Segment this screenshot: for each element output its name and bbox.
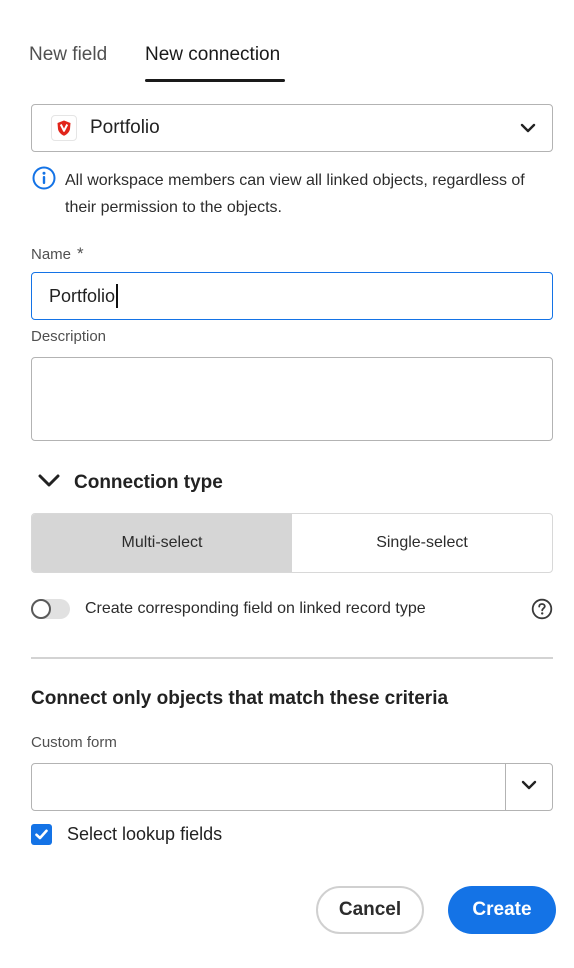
single-select-option[interactable]: Single-select [292,514,552,572]
name-input[interactable]: Portfolio [31,272,553,320]
name-input-value: Portfolio [49,285,116,306]
chevron-down-icon [520,120,536,141]
text-caret [116,284,119,308]
multi-select-option[interactable]: Multi-select [32,514,292,572]
cancel-button[interactable]: Cancel [316,886,424,934]
info-icon [32,166,56,195]
info-text: All workspace members can view all linke… [65,172,525,216]
object-type-value: Portfolio [90,117,160,138]
corresponding-field-label: Create corresponding field on linked rec… [85,600,426,617]
checkmark-icon [35,829,48,840]
chevron-down-icon [38,473,60,494]
custom-form-combobox[interactable] [31,763,553,811]
connection-type-segmented-control: Multi-select Single-select [31,513,553,573]
chevron-down-icon [521,777,537,798]
custom-form-label: Custom form [31,734,117,751]
description-label: Description [31,328,107,345]
criteria-title: Connect only objects that match these cr… [31,688,449,709]
name-label: Name * [31,244,84,264]
connection-type-title: Connection type [74,472,223,493]
lookup-fields-label: Select lookup fields [67,824,223,844]
connection-type-toggle[interactable]: Connection type [38,472,223,494]
corresponding-field-switch[interactable] [31,599,70,619]
required-marker: * [77,244,84,263]
switch-knob [31,599,51,619]
corresponding-field-row: Create corresponding field on linked rec… [31,597,553,623]
lookup-fields-row[interactable]: Select lookup fields [31,824,222,845]
section-divider [31,657,553,659]
lookup-fields-checkbox[interactable] [31,824,52,845]
active-tab-indicator [145,79,285,82]
help-icon[interactable] [531,598,553,625]
name-label-text: Name [31,246,72,263]
custom-form-dropdown-button[interactable] [505,764,552,810]
tab-new-connection[interactable]: New connection [145,44,280,66]
object-type-select[interactable]: Portfolio [31,104,553,152]
tab-new-field[interactable]: New field [29,44,107,66]
portfolio-shield-icon [51,115,77,141]
create-button[interactable]: Create [448,886,556,934]
description-textarea[interactable] [31,357,553,441]
